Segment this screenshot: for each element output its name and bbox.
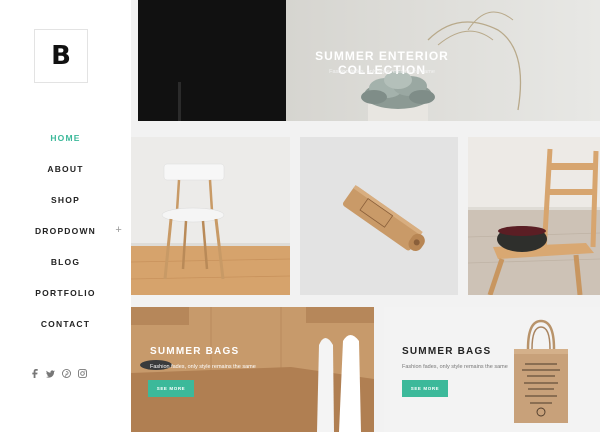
banner-1-see-more-button[interactable]: SEE MORE <box>148 380 194 397</box>
pinterest-icon[interactable] <box>62 369 71 378</box>
wood-chair-bowl-image <box>468 137 600 295</box>
promo-banner-2[interactable]: SUMMER BAGS Fashion fades, only style re… <box>384 307 600 432</box>
banner-2-see-more-button[interactable]: SEE MORE <box>402 380 448 397</box>
banner-1-text: Fashion fades, only style remains the sa… <box>150 364 256 370</box>
nav-item-about[interactable]: ABOUT <box>0 153 131 184</box>
sidebar: B HOME ABOUT SHOP DROPDOWN + BLOG PORTFO… <box>0 0 131 432</box>
hero-banner[interactable]: SUMMER ENTERIOR COLLECTION Fashion fades… <box>138 0 600 121</box>
product-tile-chair-white[interactable] <box>131 137 290 295</box>
expand-plus-icon[interactable]: + <box>115 224 123 236</box>
wooden-usb-image <box>342 184 425 252</box>
banner-2-text: Fashion fades, only style remains the sa… <box>402 364 508 370</box>
nav-item-home[interactable]: HOME <box>0 122 131 153</box>
logo[interactable]: B <box>34 29 88 83</box>
main-nav: HOME ABOUT SHOP DROPDOWN + BLOG PORTFOLI… <box>0 122 131 339</box>
product-tile-chair-wood[interactable] <box>468 137 600 295</box>
nav-item-dropdown[interactable]: DROPDOWN + <box>0 215 131 246</box>
banner-2-title: SUMMER BAGS <box>402 346 492 357</box>
instagram-icon[interactable] <box>78 369 87 378</box>
twitter-icon[interactable] <box>46 369 55 378</box>
social-links <box>30 369 87 378</box>
banner-1-title: SUMMER BAGS <box>150 346 240 357</box>
nav-item-portfolio[interactable]: PORTFOLIO <box>0 277 131 308</box>
facebook-icon[interactable] <box>30 369 39 378</box>
hero-subtitle: Fashion fades, only style remains the sa… <box>329 69 435 75</box>
nav-item-shop[interactable]: SHOP <box>0 184 131 215</box>
product-tile-wood-usb[interactable] <box>300 137 458 295</box>
nav-item-blog[interactable]: BLOG <box>0 246 131 277</box>
tote-bag-image <box>514 319 568 423</box>
promo-banner-1[interactable]: SUMMER BAGS Fashion fades, only style re… <box>131 307 374 432</box>
nav-item-dropdown-label: DROPDOWN <box>34 225 97 236</box>
white-chair-image <box>131 137 290 295</box>
nav-item-contact[interactable]: CONTACT <box>0 308 131 339</box>
